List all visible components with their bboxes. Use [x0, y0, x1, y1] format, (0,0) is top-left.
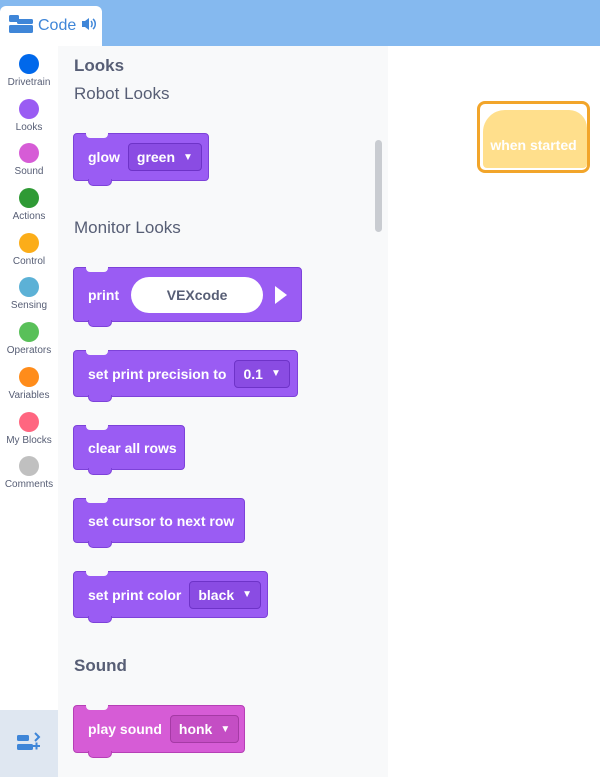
category-dot: [19, 412, 39, 432]
play-sound-label: play sound: [88, 721, 162, 737]
category-label: Operators: [6, 345, 52, 356]
when-started-block[interactable]: when started: [477, 101, 590, 173]
block-bump: [88, 179, 112, 186]
cursor-next-label: set cursor to next row: [88, 512, 235, 529]
category-control[interactable]: Control: [0, 233, 58, 267]
block-bump: [88, 395, 112, 402]
precision-value: 0.1: [243, 365, 263, 382]
block-bump: [88, 320, 112, 327]
sound-dropdown[interactable]: honk ▼: [169, 715, 240, 743]
category-sound[interactable]: Sound: [0, 143, 58, 177]
print-block[interactable]: print VEXcode: [73, 267, 302, 327]
category-label: Drivetrain: [7, 77, 51, 88]
clear-rows-label: clear all rows: [88, 439, 177, 456]
precision-dropdown[interactable]: 0.1 ▼: [234, 359, 290, 388]
category-label: Comments: [4, 479, 54, 490]
print-color-dropdown[interactable]: black ▼: [189, 580, 262, 609]
category-dot: [19, 367, 39, 387]
set-print-precision-block[interactable]: set print precision to 0.1 ▼: [73, 350, 298, 402]
section-title-sound: Sound: [74, 656, 127, 675]
chevron-down-icon: ▼: [270, 368, 281, 379]
category-dot: [19, 54, 39, 74]
category-actions[interactable]: Actions: [0, 188, 58, 222]
glow-label: glow: [88, 149, 120, 165]
category-dot: [19, 99, 39, 119]
category-dot: [19, 322, 39, 342]
category-dot: [19, 233, 39, 253]
glow-color-dropdown[interactable]: green ▼: [127, 143, 202, 171]
category-variables[interactable]: Variables: [0, 367, 58, 401]
subsection-monitor-looks: Monitor Looks: [74, 218, 181, 237]
sound-value: honk: [178, 721, 213, 737]
category-my-blocks[interactable]: My Blocks: [0, 412, 58, 446]
category-label: Actions: [12, 211, 46, 222]
section-title-looks: Looks: [74, 56, 125, 75]
extensions-icon[interactable]: [15, 731, 43, 760]
extensions-area: [0, 710, 58, 777]
chevron-down-icon: ▼: [242, 589, 253, 600]
clear-all-rows-block[interactable]: clear all rows: [73, 425, 185, 475]
block-bump: [88, 751, 112, 758]
category-dot: [19, 143, 39, 163]
category-dot: [19, 277, 39, 297]
category-menu: Drivetrain Looks Sound Actions Control S…: [0, 46, 58, 777]
block-bump: [88, 468, 112, 475]
speaker-icon[interactable]: [80, 16, 98, 37]
set-cursor-next-row-block[interactable]: set cursor to next row: [73, 498, 245, 548]
block-notch: [86, 267, 108, 272]
block-notch: [86, 350, 108, 355]
block-bump: [88, 541, 112, 548]
print-color-value: black: [198, 586, 235, 603]
category-dot: [19, 188, 39, 208]
block-notch: [86, 425, 108, 430]
category-looks[interactable]: Looks: [0, 99, 58, 133]
precision-label: set print precision to: [88, 365, 227, 382]
block-notch: [86, 498, 108, 503]
category-label: My Blocks: [6, 435, 52, 446]
print-color-label: set print color: [88, 586, 182, 603]
category-label: Control: [12, 256, 46, 267]
category-label: Variables: [8, 390, 50, 401]
print-label: print: [88, 286, 120, 303]
category-label: Sound: [14, 166, 44, 177]
code-tab[interactable]: Code: [0, 6, 102, 46]
set-print-color-block[interactable]: set print color black ▼: [73, 571, 268, 623]
category-label: Looks: [15, 122, 43, 133]
chevron-down-icon: ▼: [220, 723, 231, 735]
palette-scrollbar[interactable]: [375, 140, 382, 232]
category-drivetrain[interactable]: Drivetrain: [0, 54, 58, 88]
play-sound-block[interactable]: play sound honk ▼: [73, 705, 245, 758]
chevron-down-icon: ▼: [183, 151, 193, 163]
block-notch: [86, 571, 108, 576]
category-sensing[interactable]: Sensing: [0, 277, 58, 311]
category-operators[interactable]: Operators: [0, 322, 58, 356]
glow-block[interactable]: glow green ▼: [73, 133, 209, 186]
block-notch: [86, 705, 108, 710]
subsection-robot-looks: Robot Looks: [74, 84, 170, 103]
code-tab-label: Code: [38, 17, 77, 34]
glow-color-value: green: [136, 149, 176, 165]
expand-arrow-icon[interactable]: [275, 285, 288, 304]
print-text-input[interactable]: VEXcode: [131, 276, 264, 313]
when-started-label: when started: [490, 137, 577, 153]
category-comments[interactable]: Comments: [0, 456, 58, 490]
block-notch: [86, 133, 108, 138]
block-bump: [88, 616, 112, 623]
category-label: Sensing: [10, 300, 48, 311]
code-blocks-icon: [8, 13, 34, 40]
category-dot: [19, 456, 39, 476]
